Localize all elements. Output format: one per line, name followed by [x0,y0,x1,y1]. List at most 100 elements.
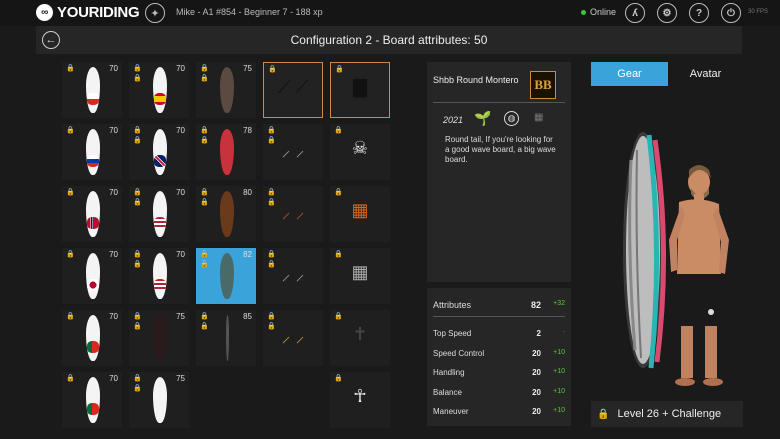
board-slot[interactable]: 🔒 🔒 75 [196,62,256,118]
attribute-value: 70 [176,64,185,73]
flag-graphic [87,279,99,291]
board-slot[interactable]: 🔒 🔒 75 [129,310,189,366]
board-slot[interactable]: 🔒 70 [62,124,122,180]
attribute-value: 75 [176,312,185,321]
top-bar: ∞ YOURIDING ✦ Mike - A1 #854 - Beginner … [0,0,780,26]
online-dot-icon [581,9,586,15]
surfboard-icon [153,191,167,237]
gear-slot[interactable]: 🔒 🔒 ⸝ ⸝ [263,310,323,366]
brand-logo: BB [530,71,556,99]
surfboard-icon [153,253,167,299]
lock-icon: 🔒 [66,251,75,258]
lock-icon: 🔒 [268,66,277,73]
surfboard-icon [226,315,229,361]
board-slot[interactable]: 🔒 🔒 70 [129,248,189,304]
settings-gear-icon[interactable]: ⚙ [657,3,677,23]
lock-icon: 🔒 [133,261,142,268]
board-name: Shbb Round Montero [433,75,519,85]
divider [433,102,565,103]
attribute-value: 20 [532,387,541,397]
flag-graphic [87,217,99,229]
compass-icon[interactable]: ✦ [145,3,165,23]
board-slot[interactable]: 🔒 🔒 78 [196,124,256,180]
attribute-label: Maneuver [433,407,469,416]
attribute-value: 75 [176,374,185,383]
gear-slot[interactable]: 🔒 🔒 ⸝ ⸝ [263,248,323,304]
lock-icon: 🔒 [133,199,142,206]
board-slot[interactable]: 🔒 70 [62,372,122,428]
lock-icon: 🔒 [66,189,75,196]
gear-slot[interactable]: 🔒 ☥ [330,372,390,428]
surfboard-icon [86,377,100,423]
surfboard-icon [153,129,167,175]
board-slot[interactable]: 🔒 70 [62,248,122,304]
attribute-value: 70 [176,126,185,135]
divider [433,316,565,317]
surfer-profile-icon[interactable]: ʎ [625,3,645,23]
fins-small-icon: ⸝ ⸝ [281,140,305,160]
tab-avatar[interactable]: Avatar [668,62,743,86]
surfer-figure [669,165,729,386]
level-challenge-label: Level 26 + Challenge [617,408,722,420]
gear-slot[interactable]: 🔒 ▦ [330,186,390,242]
surfboard-graphic [623,132,667,369]
fps-counter: 30 FPS [748,9,769,15]
logo-mark-icon: ∞ [36,4,53,21]
avatar-preview [591,90,743,395]
gear-slot[interactable]: 🔒 🔒 ⸝ ⸝ [263,124,323,180]
attribute-row: Handling 20 +10 [433,368,569,380]
lock-icon: 🔒 [133,189,142,196]
surfboard-icon [86,253,100,299]
flag-graphic [87,341,99,353]
lock-icon: 🔒 [200,323,209,330]
board-slot[interactable]: 🔒 70 [62,62,122,118]
attribute-value: 78 [243,126,252,135]
attribute-row: Balance 20 +10 [433,388,569,400]
board-slot[interactable]: 🔒 🔒 80 [196,186,256,242]
lock-icon: 🔒 [66,375,75,382]
user-info: Mike - A1 #854 - Beginner 7 - 188 xp [176,7,323,17]
board-description: Round tail, If you're looking for a good… [445,135,556,164]
gear-slot[interactable]: 🔒 ⟋ ⟋ [263,62,323,118]
attribute-value: 70 [109,374,118,383]
youriding-logo[interactable]: ∞ YOURIDING [36,4,140,21]
gear-slot[interactable]: 🔒 ✝ [330,310,390,366]
attribute-value: 70 [109,126,118,135]
lock-icon: 🔒 [334,189,343,196]
help-icon[interactable]: ? [689,3,709,23]
gear-slot[interactable]: 🔒 ☠ [330,124,390,180]
lock-icon: 🔒 [133,375,142,382]
surfboard-icon [220,191,234,237]
attribute-label: Handling [433,368,465,377]
gear-slot[interactable]: 🔒 🔒 ⸝ ⸝ [263,186,323,242]
board-slot[interactable]: 🔒 🔒 75 [129,372,189,428]
attribute-value: 70 [109,64,118,73]
board-slot[interactable]: 🔒 🔒 85 [196,310,256,366]
surfboard-icon [86,191,100,237]
gear-slot[interactable]: 🔒 ▇ [330,62,390,118]
board-slot[interactable]: 🔒 🔒 82 [196,248,256,304]
board-slot[interactable]: 🔒 🔒 70 [129,62,189,118]
lock-icon: 🔒 [597,408,610,420]
fins-small-icon: ⸝ ⸝ [281,264,305,284]
fins-icon: ⟋ ⟋ [277,77,309,97]
board-slot[interactable]: 🔒 70 [62,186,122,242]
board-slot[interactable]: 🔒 🔒 70 [129,186,189,242]
board-year: 2021 [443,115,464,125]
flag-graphic [154,155,166,167]
tab-gear[interactable]: Gear [591,62,668,86]
board-info-panel: Shbb Round Montero BB 2021 🌱 ◍ ▦ Round t… [427,62,571,282]
back-arrow-icon[interactable]: ← [42,31,60,49]
attribute-value: 20 [532,368,541,377]
board-slot[interactable]: 🔒 🔒 70 [129,124,189,180]
lock-icon: 🔒 [200,261,209,268]
power-icon[interactable]: ⏻ [721,3,741,23]
level-challenge-bar[interactable]: 🔒 Level 26 + Challenge [591,401,743,427]
attribute-label: Balance [433,387,462,397]
attribute-value: 70 [109,250,118,259]
board-slot[interactable]: 🔒 70 [62,310,122,366]
attribute-row: Speed Control 20 +10 [433,349,569,361]
surfboard-icon [220,129,234,175]
attribute-row: Maneuver 20 +10 [433,407,569,419]
gear-slot[interactable]: 🔒 ▦ [330,248,390,304]
